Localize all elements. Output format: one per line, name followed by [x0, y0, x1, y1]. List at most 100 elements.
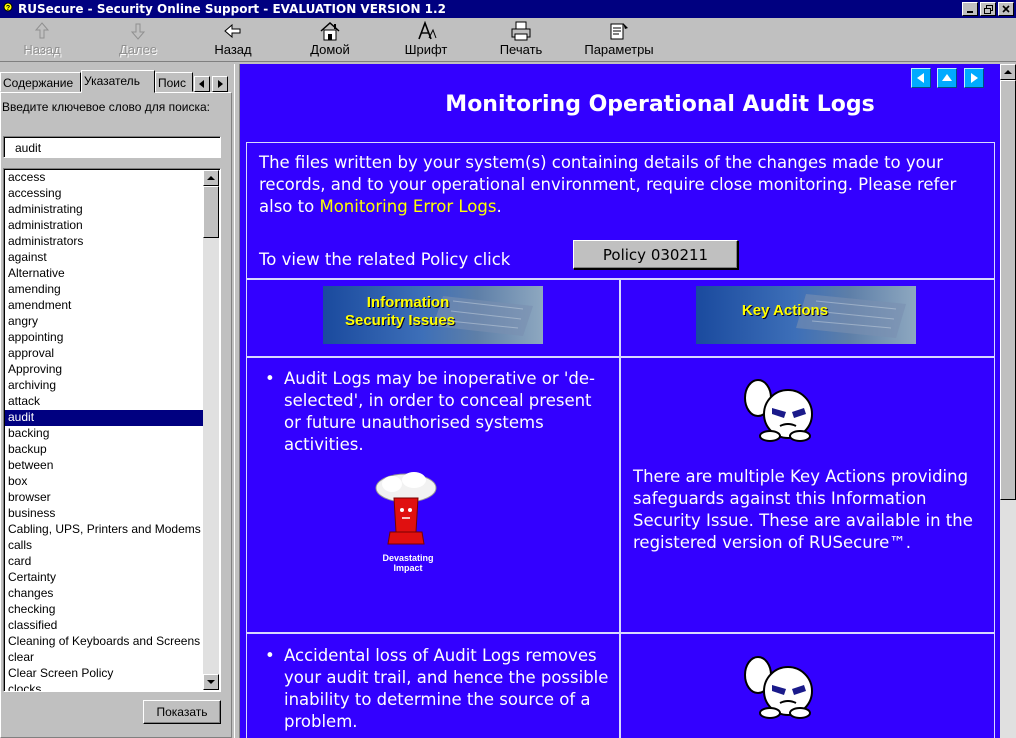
- monitoring-error-logs-link[interactable]: Monitoring Error Logs: [319, 197, 496, 216]
- title-bar: ? RUSecure - Security Online Support - E…: [0, 0, 1016, 18]
- toolbar: Назад Далее Назад Домой Шрифт Печать Пар…: [0, 18, 1016, 62]
- issue-2-text: • Accidental loss of Audit Logs removes y…: [265, 646, 609, 731]
- key-action-mascot-1: [740, 376, 814, 442]
- list-item[interactable]: administrating: [5, 202, 205, 218]
- list-item[interactable]: card: [5, 554, 205, 570]
- triangle-right-icon: [218, 80, 223, 88]
- list-item[interactable]: Cabling, UPS, Printers and Modems: [5, 522, 205, 538]
- list-item[interactable]: Cleaning of Keyboards and Screens: [5, 634, 205, 650]
- navigation-pane: Содержание Указатель Поис Введите ключев…: [0, 64, 234, 738]
- back-button-disabled[interactable]: Назад: [14, 20, 70, 60]
- list-item[interactable]: against: [5, 250, 205, 266]
- mascot-stop-icon: [744, 656, 813, 719]
- list-item[interactable]: administrators: [5, 234, 205, 250]
- house-icon: [319, 20, 341, 42]
- list-item[interactable]: angry: [5, 314, 205, 330]
- policy-prompt: To view the related Policy click: [259, 250, 511, 269]
- list-item[interactable]: business: [5, 506, 205, 522]
- list-item[interactable]: backup: [5, 442, 205, 458]
- list-item[interactable]: clocks: [5, 682, 205, 691]
- tab-scroll-left-button[interactable]: [194, 76, 210, 92]
- window-title: RUSecure - Security Online Support - EVA…: [18, 2, 446, 16]
- mushroom-cloud-icon: [375, 472, 437, 545]
- content-scroll-thumb[interactable]: [1000, 80, 1016, 500]
- home-button[interactable]: Домой: [301, 20, 359, 60]
- index-items: access accessing administrating administrat…: [5, 170, 205, 691]
- list-item[interactable]: Clear Screen Policy: [5, 666, 205, 682]
- close-button[interactable]: [998, 2, 1014, 16]
- list-item[interactable]: browser: [5, 490, 205, 506]
- options-button[interactable]: Параметры: [574, 20, 664, 60]
- scroll-down-button[interactable]: [203, 674, 219, 690]
- index-scrollbar[interactable]: [203, 170, 219, 690]
- key-actions-text: There are multiple Key Actions providing…: [633, 467, 973, 552]
- triangle-up-icon: [207, 176, 215, 180]
- banner-right-label: Key Actions: [741, 302, 829, 319]
- mascot-stop-icon: [744, 379, 813, 442]
- list-item[interactable]: administration: [5, 218, 205, 234]
- list-item[interactable]: access: [5, 170, 205, 186]
- list-item[interactable]: attack: [5, 394, 205, 410]
- show-button[interactable]: Показать: [143, 700, 221, 724]
- help-app-icon[interactable]: ?: [1, 2, 15, 16]
- list-item[interactable]: archiving: [5, 378, 205, 394]
- tab-scroll-right-button[interactable]: [212, 76, 228, 92]
- tab-strip: Содержание Указатель Поис: [0, 70, 232, 93]
- key-actions-banner: Key Actions: [696, 286, 916, 344]
- key-action-mascot-2: [740, 653, 814, 719]
- prev-topic-button[interactable]: [911, 68, 931, 88]
- issue-1-text: • Audit Logs may be inoperative or 'de-se…: [265, 369, 596, 454]
- list-item[interactable]: appointing: [5, 330, 205, 346]
- banner-left-line2: Security Issues: [344, 312, 456, 329]
- list-item[interactable]: Alternative: [5, 266, 205, 282]
- minimize-button[interactable]: [962, 2, 978, 16]
- triangle-up-icon: [942, 74, 952, 81]
- keyword-input[interactable]: audit: [3, 136, 221, 158]
- list-item[interactable]: audit: [5, 410, 205, 426]
- list-item[interactable]: approval: [5, 346, 205, 362]
- list-item[interactable]: amending: [5, 282, 205, 298]
- list-item[interactable]: calls: [5, 538, 205, 554]
- tab-contents[interactable]: Содержание: [0, 72, 81, 92]
- arrow-down-icon: [130, 20, 146, 42]
- font-button[interactable]: Шрифт: [395, 20, 457, 60]
- index-list[interactable]: access accessing administrating administrat…: [3, 168, 221, 692]
- list-item[interactable]: backing: [5, 426, 205, 442]
- tab-index[interactable]: Указатель: [81, 70, 155, 93]
- print-button[interactable]: Печать: [490, 20, 552, 60]
- back-button[interactable]: Назад: [205, 20, 261, 60]
- list-item[interactable]: Certainty: [5, 570, 205, 586]
- banner-left-line1: Information: [366, 294, 450, 311]
- content-scrollbar[interactable]: [1000, 64, 1016, 738]
- triangle-left-icon: [917, 73, 924, 83]
- scroll-up-button[interactable]: [203, 170, 219, 186]
- keyword-prompt: Введите ключевое слово для поиска:: [2, 100, 210, 114]
- triangle-up-icon: [1004, 70, 1012, 74]
- arrow-left-icon: [224, 20, 242, 42]
- list-item[interactable]: changes: [5, 586, 205, 602]
- content-scroll-up-button[interactable]: [1000, 64, 1016, 80]
- font-icon: [415, 20, 437, 42]
- policy-button[interactable]: Policy 030211: [573, 240, 738, 269]
- arrow-up-icon: [34, 20, 50, 42]
- list-item[interactable]: clear: [5, 650, 205, 666]
- triangle-right-icon: [971, 73, 978, 83]
- list-item[interactable]: classified: [5, 618, 205, 634]
- list-item[interactable]: accessing: [5, 186, 205, 202]
- triangle-left-icon: [199, 80, 204, 88]
- up-topic-button[interactable]: [937, 68, 957, 88]
- next-topic-button[interactable]: [964, 68, 984, 88]
- list-item[interactable]: checking: [5, 602, 205, 618]
- options-icon: [608, 20, 630, 42]
- list-item[interactable]: amendment: [5, 298, 205, 314]
- forward-button-disabled[interactable]: Далее: [109, 20, 167, 60]
- list-item[interactable]: Approving: [5, 362, 205, 378]
- page-title: Monitoring Operational Audit Logs: [445, 92, 875, 117]
- tab-search[interactable]: Поис: [155, 72, 193, 92]
- list-item[interactable]: between: [5, 458, 205, 474]
- restore-button[interactable]: [980, 2, 996, 16]
- list-item[interactable]: box: [5, 474, 205, 490]
- scroll-thumb[interactable]: [203, 186, 219, 238]
- printer-icon: [510, 20, 532, 42]
- information-security-issues-banner: Information Security Issues: [323, 286, 543, 344]
